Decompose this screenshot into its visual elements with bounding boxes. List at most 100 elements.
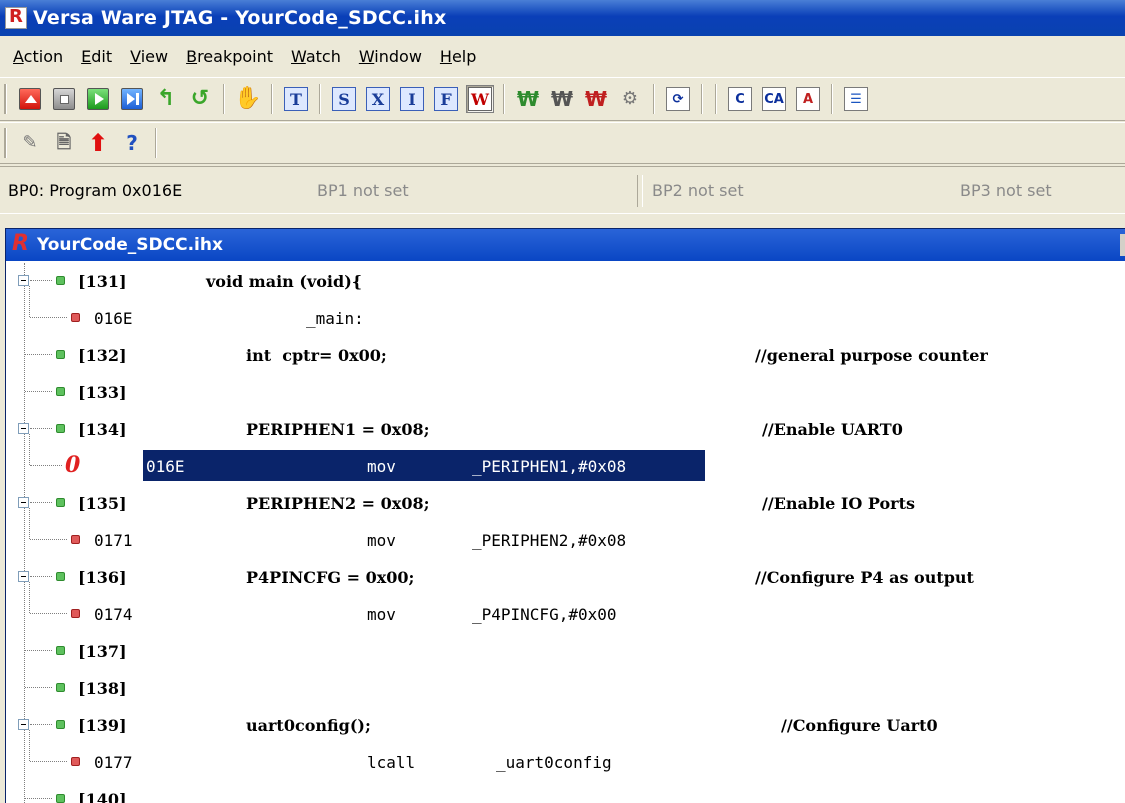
menu-help[interactable]: Help (431, 47, 485, 66)
s-icon: S (332, 87, 356, 111)
asm-line-row[interactable]: 0174 mov _P4PINCFG,#0x00 (6, 582, 1125, 633)
source-line-row[interactable]: [131] void main (void){ (6, 263, 1125, 300)
refresh-button[interactable]: ⟳ (664, 85, 692, 113)
tree-connector (29, 508, 30, 539)
menu-watch[interactable]: Watch (282, 47, 350, 66)
asm-line-row[interactable]: 0171 mov _PERIPHEN2,#0x08 (6, 508, 1125, 559)
t-button[interactable]: T (282, 85, 310, 113)
toolbar-separator (503, 84, 505, 114)
status-divider (637, 175, 643, 207)
source-marker-icon (56, 646, 65, 655)
menu-breakpoint[interactable]: Breakpoint (177, 47, 282, 66)
ca-button[interactable]: CA (760, 85, 788, 113)
source-line-row[interactable]: [139] uart0config(); //Configure Uart0 (6, 707, 1125, 744)
w-button[interactable]: W (466, 85, 494, 113)
upload-button[interactable] (16, 85, 44, 113)
asm-mnemonic: mov (367, 605, 396, 624)
asm-line-row-selected[interactable]: 0 016E mov _PERIPHEN1,#0x08 (6, 434, 1125, 485)
source-code: P4PINCFG = 0x00; (246, 568, 415, 587)
collapse-toggle-icon[interactable] (18, 497, 29, 508)
watch-options-button[interactable]: ⚙ (616, 85, 644, 113)
menu-edit[interactable]: Edit (72, 47, 121, 66)
file-icon: 🗎 (56, 132, 72, 153)
return-button[interactable]: ↺ (186, 85, 214, 113)
bp2-status[interactable]: BP2 not set (652, 181, 744, 200)
window-edge (1120, 234, 1125, 256)
source-code: uart0config(); (246, 716, 371, 735)
x-button[interactable]: X (364, 85, 392, 113)
up-arrow-icon (19, 88, 41, 110)
step-button[interactable] (118, 85, 146, 113)
toolbar-grip[interactable] (4, 128, 7, 158)
menu-view[interactable]: View (121, 47, 177, 66)
toolbar-separator (155, 128, 157, 158)
menu-action[interactable]: Action (4, 47, 72, 66)
file-button[interactable]: 🗎 (50, 129, 78, 157)
menu-window[interactable]: Window (350, 47, 431, 66)
windows-button[interactable]: ☰ (842, 85, 870, 113)
reset-button[interactable]: ↰ (152, 85, 180, 113)
asm-mnemonic: lcall (367, 753, 416, 772)
line-number: [140] (78, 790, 127, 803)
breakpoint-marker-icon[interactable]: 0 (65, 452, 80, 478)
i-button[interactable]: I (398, 85, 426, 113)
line-number: [135] (78, 494, 127, 513)
menu-bar: Action Edit View Breakpoint Watch Window… (0, 36, 1125, 76)
upload-arrow-button[interactable]: ⬆ (84, 129, 112, 157)
f-button[interactable]: F (432, 85, 460, 113)
asm-line-row[interactable]: 0177 lcall _uart0config (6, 730, 1125, 781)
watch-edit-button[interactable]: ₩ (548, 85, 576, 113)
line-number: [134] (78, 420, 127, 439)
halt-button[interactable]: ✋ (234, 85, 262, 113)
collapse-toggle-icon[interactable] (18, 423, 29, 434)
help-button[interactable]: ? (118, 129, 146, 157)
tree-connector (30, 428, 52, 429)
source-line-row[interactable]: [137] (6, 633, 1125, 670)
run-button[interactable] (84, 85, 112, 113)
tree-connector (29, 286, 30, 317)
watch-edit-icon: ₩ (550, 87, 574, 111)
a-button[interactable]: A (794, 85, 822, 113)
asm-operands: _uart0config (496, 753, 612, 772)
source-line-row[interactable]: [138] (6, 670, 1125, 707)
tree-connector (30, 317, 67, 318)
source-line-row[interactable]: [134] PERIPHEN1 = 0x08; //Enable UART0 (6, 411, 1125, 448)
breakpoint-status-bar: BP0: Program 0x016E BP1 not set BP2 not … (0, 166, 1125, 214)
toolbar-grip[interactable] (4, 84, 7, 114)
watch-add-button[interactable]: ₩ (514, 85, 542, 113)
bp0-status[interactable]: BP0: Program 0x016E (8, 181, 182, 200)
asm-marker-icon (71, 609, 80, 618)
collapse-toggle-icon[interactable] (18, 571, 29, 582)
source-line-row[interactable]: [136] P4PINCFG = 0x00; //Configure P4 as… (6, 559, 1125, 596)
watch-delete-button[interactable]: ₩ (582, 85, 610, 113)
collapse-toggle-icon[interactable] (18, 719, 29, 730)
a-icon: A (796, 87, 820, 111)
asm-operands: _PERIPHEN1,#0x08 (472, 457, 627, 476)
line-number: [131] (78, 272, 127, 291)
window-title: Versa Ware JTAG - YourCode_SDCC.ihx (33, 7, 447, 29)
bp1-status[interactable]: BP1 not set (317, 181, 409, 200)
load-button[interactable]: ✎ (16, 129, 44, 157)
line-number: [138] (78, 679, 127, 698)
source-line-row[interactable]: [132] int cptr= 0x00; //general purpose … (6, 337, 1125, 374)
bp3-status[interactable]: BP3 not set (960, 181, 1052, 200)
i-icon: I (400, 87, 424, 111)
toolbar-separator (831, 84, 833, 114)
source-line-row[interactable]: [140] (6, 781, 1125, 803)
asm-line-row[interactable]: 016E _main: (6, 286, 1125, 337)
source-marker-icon (56, 572, 65, 581)
watch-options-icon: ⚙ (621, 88, 639, 109)
s-button[interactable]: S (330, 85, 358, 113)
source-line-row[interactable]: [133] (6, 374, 1125, 411)
tree-connector (25, 650, 52, 651)
asm-label: _main: (306, 309, 364, 328)
code-tree: [131] void main (void){ 016E _main: [132… (6, 263, 1125, 803)
tree-connector (29, 582, 30, 613)
collapse-toggle-icon[interactable] (18, 275, 29, 286)
return-arrow-icon: ↺ (190, 86, 210, 111)
source-comment: //Enable IO Ports (762, 494, 915, 513)
code-window-title-bar[interactable]: YourCode_SDCC.ihx (6, 229, 1125, 261)
c-button[interactable]: C (726, 85, 754, 113)
source-line-row[interactable]: [135] PERIPHEN2 = 0x08; //Enable IO Port… (6, 485, 1125, 522)
stop-button[interactable] (50, 85, 78, 113)
